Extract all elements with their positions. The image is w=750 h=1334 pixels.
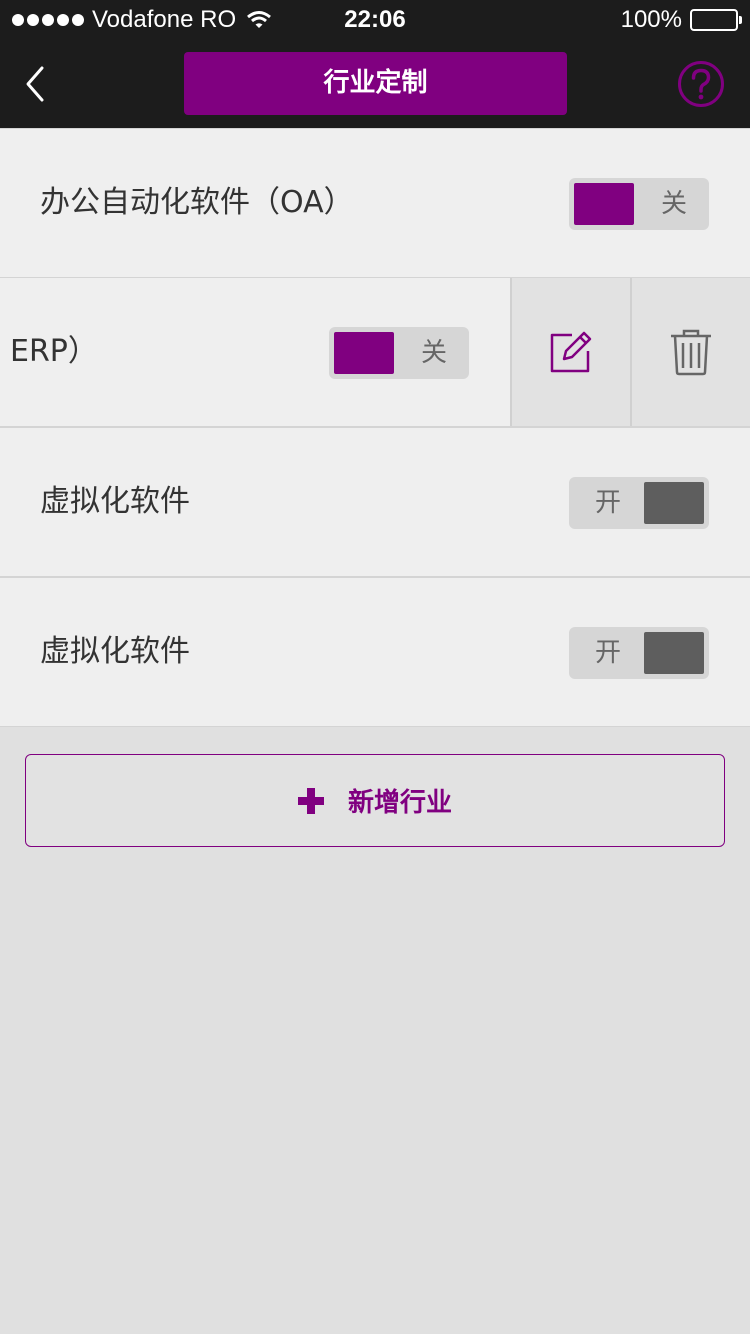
edit-icon xyxy=(550,331,592,373)
trash-icon xyxy=(671,329,711,376)
item-label: 虚拟化软件 xyxy=(40,484,190,519)
edit-button[interactable] xyxy=(510,278,630,426)
list-item-content[interactable]: ERP） 关 xyxy=(0,278,510,426)
toggle-knob xyxy=(644,482,704,524)
toggle-state-text: 开 xyxy=(594,638,621,668)
toggle-state-text: 关 xyxy=(660,189,687,219)
list-item[interactable]: 办公自动化软件（OA） 关 xyxy=(0,128,750,278)
item-label: ERP） xyxy=(10,334,98,369)
status-right: 100% xyxy=(620,6,742,34)
toggle-switch[interactable]: 开 xyxy=(569,477,709,529)
toggle-switch[interactable]: 开 xyxy=(569,627,709,679)
page-title: 行业定制 xyxy=(184,52,567,115)
delete-button[interactable] xyxy=(630,278,750,426)
question-circle-icon[interactable] xyxy=(677,60,725,108)
toggle-state-text: 开 xyxy=(594,488,621,518)
chevron-left-icon[interactable] xyxy=(18,62,58,106)
item-label: 办公自动化软件（OA） xyxy=(40,185,354,220)
battery-percent: 100% xyxy=(620,6,682,33)
list-item[interactable]: 虚拟化软件 开 xyxy=(0,427,750,577)
add-industry-label: 新增行业 xyxy=(347,788,452,818)
list-item[interactable]: 虚拟化软件 开 xyxy=(0,577,750,727)
toggle-switch[interactable]: 关 xyxy=(569,178,709,230)
plus-icon xyxy=(297,787,324,814)
toggle-switch[interactable]: 关 xyxy=(329,327,469,379)
status-bar: Vodafone RO 22:06 100% xyxy=(0,0,750,40)
toggle-state-text: 关 xyxy=(420,338,447,368)
toggle-knob xyxy=(334,332,394,374)
item-label: 虚拟化软件 xyxy=(40,634,190,669)
nav-bar: 行业定制 xyxy=(0,40,750,128)
toggle-knob xyxy=(574,183,634,225)
battery-icon xyxy=(690,9,742,31)
add-industry-button[interactable]: 新增行业 xyxy=(25,754,725,847)
toggle-knob xyxy=(644,632,704,674)
list-item-swiped[interactable]: ERP） 关 xyxy=(0,277,750,427)
